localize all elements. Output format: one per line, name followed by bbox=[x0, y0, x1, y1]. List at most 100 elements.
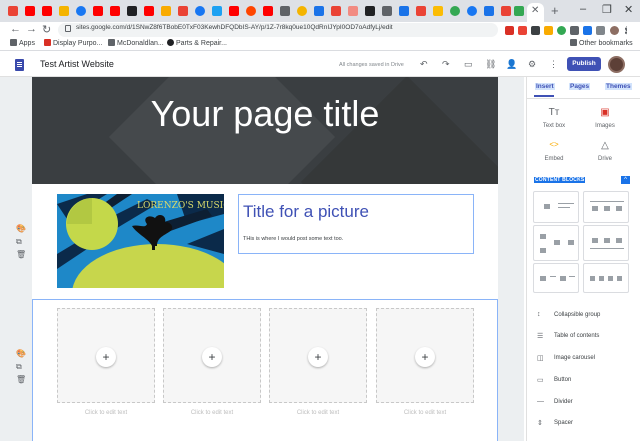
url-text[interactable]: sites.google.com/d/1SNwZ8f6TBobE0TxF03Ke… bbox=[76, 24, 393, 31]
insert-button[interactable]: ▭ Button bbox=[537, 376, 637, 386]
tab-icon[interactable] bbox=[399, 6, 409, 16]
profile-icon[interactable] bbox=[610, 26, 619, 35]
image-placeholder[interactable]: + bbox=[163, 308, 261, 403]
bookmark-item[interactable]: Apps bbox=[10, 39, 35, 47]
tab-icon[interactable] bbox=[382, 6, 392, 16]
layout-three-images[interactable] bbox=[583, 225, 629, 261]
minimize-icon[interactable]: – bbox=[580, 3, 586, 15]
reddit-tab-icon[interactable] bbox=[246, 6, 256, 16]
tab-icon[interactable] bbox=[297, 6, 307, 16]
insert-images[interactable]: ▣ Images bbox=[585, 107, 625, 129]
image-placeholder[interactable]: + bbox=[57, 308, 155, 403]
placeholder-caption[interactable]: Click to edit text bbox=[376, 410, 474, 416]
google-sites-logo-icon[interactable] bbox=[15, 59, 24, 71]
extensions-puzzle-icon[interactable] bbox=[596, 26, 605, 35]
add-image-button[interactable]: + bbox=[415, 347, 435, 367]
more-icon[interactable]: ⋮ bbox=[549, 59, 558, 70]
other-bookmarks[interactable]: Other bookmarks bbox=[570, 39, 633, 47]
extension-icon[interactable] bbox=[544, 26, 553, 35]
facebook-tab-icon[interactable] bbox=[76, 6, 86, 16]
bookmark-item[interactable]: McDonaldlan... bbox=[108, 39, 164, 47]
tab-insert[interactable]: Insert bbox=[535, 83, 555, 90]
layout-image-row[interactable] bbox=[583, 263, 629, 293]
insert-collapsible-group[interactable]: ↕ Collapsible group bbox=[537, 311, 637, 321]
tab-icon[interactable] bbox=[331, 6, 341, 16]
youtube-tab-icon[interactable] bbox=[93, 6, 103, 16]
preview-icon[interactable]: ▭ bbox=[464, 59, 473, 70]
youtube-tab-icon[interactable] bbox=[25, 6, 35, 16]
youtube-tab-icon[interactable] bbox=[144, 6, 154, 16]
extension-icon[interactable] bbox=[518, 26, 527, 35]
link-icon[interactable]: ⛓ bbox=[485, 59, 496, 70]
youtube-tab-icon[interactable] bbox=[229, 6, 239, 16]
tab-icon[interactable] bbox=[178, 6, 188, 16]
placeholder-caption[interactable]: Click to edit text bbox=[57, 410, 155, 416]
insert-drive[interactable]: △ Drive bbox=[585, 140, 625, 162]
insert-table-of-contents[interactable]: ☰ Table of contents bbox=[537, 332, 637, 342]
palette-icon[interactable]: 🎨 bbox=[16, 224, 26, 233]
close-window-icon[interactable]: ✕ bbox=[624, 3, 633, 16]
tab-icon[interactable] bbox=[314, 6, 324, 16]
youtube-tab-icon[interactable] bbox=[110, 6, 120, 16]
layout-image-caption[interactable] bbox=[533, 263, 579, 293]
twitter-tab-icon[interactable] bbox=[212, 6, 222, 16]
layout-image-text[interactable] bbox=[533, 191, 579, 223]
maximize-icon[interactable]: ❐ bbox=[602, 3, 612, 16]
delete-icon[interactable]: 🗑 bbox=[16, 250, 26, 259]
facebook-tab-icon[interactable] bbox=[467, 6, 477, 16]
page-title[interactable]: Your page title bbox=[32, 93, 498, 135]
add-image-button[interactable]: + bbox=[96, 347, 116, 367]
image-placeholder[interactable]: + bbox=[376, 308, 474, 403]
redo-icon[interactable]: ↷ bbox=[442, 59, 450, 70]
extension-icon[interactable] bbox=[583, 26, 592, 35]
picture-text-box[interactable]: Title for a picture THis is where I woul… bbox=[238, 194, 474, 254]
reload-icon[interactable]: ↻ bbox=[42, 23, 51, 36]
tab-icon[interactable] bbox=[433, 6, 443, 16]
publish-button[interactable]: Publish bbox=[567, 57, 601, 71]
lock-icon[interactable] bbox=[65, 25, 71, 32]
insert-image-carousel[interactable]: ◫ Image carousel bbox=[537, 354, 637, 364]
tab-icon[interactable] bbox=[484, 6, 494, 16]
layout-text-list[interactable] bbox=[583, 191, 629, 223]
tab-icon[interactable] bbox=[514, 6, 524, 16]
close-tab-icon[interactable]: ✕ bbox=[531, 5, 539, 16]
undo-icon[interactable]: ↶ bbox=[420, 59, 428, 70]
collapse-content-blocks-icon[interactable]: ^ bbox=[621, 176, 630, 184]
picture-body-text[interactable]: THis is where I would post some text too… bbox=[243, 236, 343, 242]
add-image-button[interactable]: + bbox=[308, 347, 328, 367]
tab-icon[interactable] bbox=[365, 6, 375, 16]
picture-section[interactable]: LORENZO'S MUSIC Title for a picture THis… bbox=[32, 184, 498, 297]
header-section[interactable]: Your page title bbox=[32, 77, 498, 184]
extension-icon[interactable] bbox=[557, 26, 566, 35]
insert-divider[interactable]: — Divider bbox=[537, 398, 637, 408]
site-title[interactable]: Test Artist Website bbox=[40, 59, 114, 69]
tab-icon[interactable] bbox=[59, 6, 69, 16]
tab-icon[interactable] bbox=[127, 6, 137, 16]
layout-image-grid[interactable] bbox=[533, 225, 579, 261]
tab-pages[interactable]: Pages bbox=[569, 83, 591, 90]
delete-icon[interactable]: 🗑 bbox=[16, 375, 26, 384]
extension-icon[interactable] bbox=[570, 26, 579, 35]
youtube-tab-icon[interactable] bbox=[263, 6, 273, 16]
tab-icon[interactable] bbox=[450, 6, 460, 16]
album-art-image[interactable]: LORENZO'S MUSIC bbox=[57, 194, 224, 288]
avatar[interactable] bbox=[608, 56, 625, 73]
tab-icon[interactable] bbox=[280, 6, 290, 16]
placeholder-caption[interactable]: Click to edit text bbox=[163, 410, 261, 416]
duplicate-icon[interactable]: ⧉ bbox=[16, 237, 22, 247]
tab-themes[interactable]: Themes bbox=[605, 83, 632, 90]
picture-title[interactable]: Title for a picture bbox=[243, 202, 369, 222]
back-icon[interactable]: ← bbox=[10, 23, 21, 35]
extension-icon[interactable] bbox=[531, 26, 540, 35]
insert-embed[interactable]: <> Embed bbox=[534, 140, 574, 162]
duplicate-icon[interactable]: ⧉ bbox=[16, 362, 22, 372]
placeholder-section[interactable]: + Click to edit text + Click to edit tex… bbox=[32, 299, 498, 441]
insert-spacer[interactable]: ⇕ Spacer bbox=[537, 419, 637, 429]
tab-icon[interactable] bbox=[348, 6, 358, 16]
image-placeholder[interactable]: + bbox=[269, 308, 367, 403]
bookmark-item[interactable]: Display Purpo... bbox=[44, 39, 102, 47]
add-image-button[interactable]: + bbox=[202, 347, 222, 367]
forward-icon[interactable]: → bbox=[26, 23, 37, 35]
facebook-tab-icon[interactable] bbox=[195, 6, 205, 16]
gmail-tab-icon[interactable] bbox=[8, 6, 18, 16]
